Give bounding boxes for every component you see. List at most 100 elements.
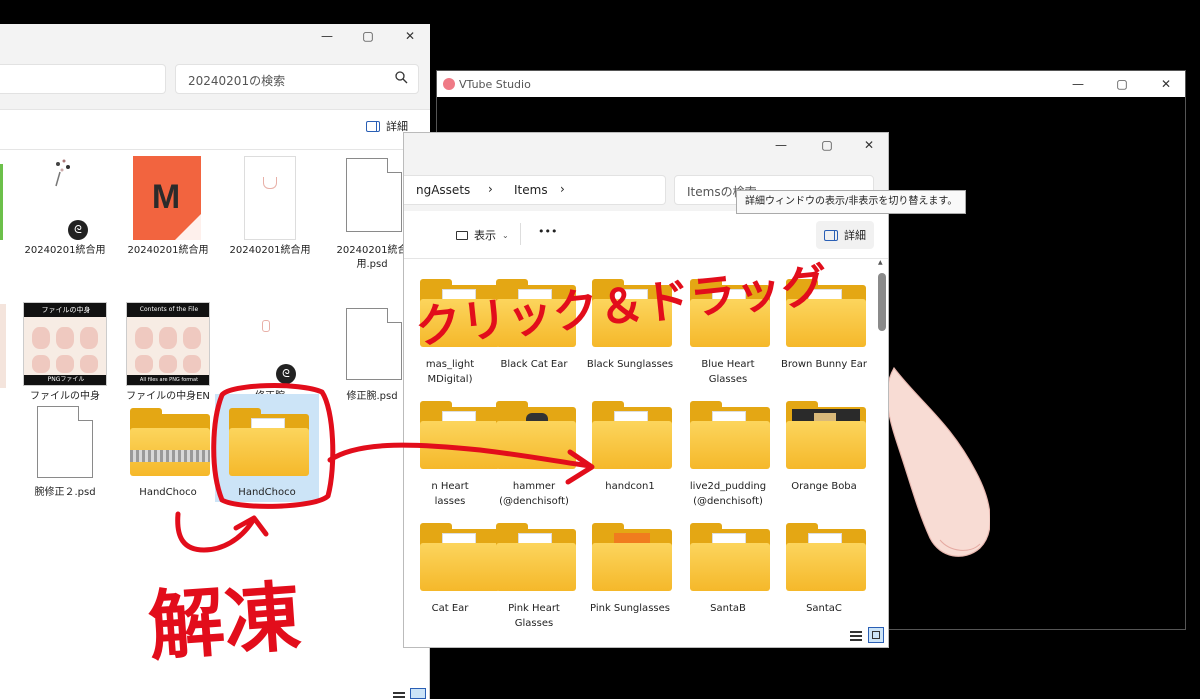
folder-label: Brown Bunny Ear xyxy=(780,359,868,370)
search-icon xyxy=(395,71,408,84)
breadcrumb-segment[interactable]: Items xyxy=(514,183,548,197)
folder-label: handcon1 xyxy=(605,481,655,492)
details-pane-button[interactable]: 詳細 xyxy=(816,221,874,249)
details-pane-button[interactable]: 詳細 xyxy=(366,118,408,134)
file-thumbnail xyxy=(262,320,270,332)
file-item[interactable]: ファイルの中身 PNGファイル ファイルの中身 xyxy=(15,298,115,408)
model-arm xyxy=(886,366,990,557)
view-button[interactable]: 表示 ⌄ xyxy=(456,227,509,243)
chevron-down-icon: ⌄ xyxy=(502,230,509,240)
breadcrumb-chevron-icon[interactable]: › xyxy=(488,182,493,196)
toolbar-divider xyxy=(520,223,521,245)
file-item[interactable]: ᘓ 修正腕 xyxy=(220,298,320,408)
file-thumbnail xyxy=(55,159,70,187)
minimize-button[interactable]: — xyxy=(766,138,796,152)
folder-icon xyxy=(786,401,866,469)
scrollbar-thumb[interactable] xyxy=(878,273,886,331)
address-bar[interactable] xyxy=(0,64,166,94)
clip-studio-badge-icon: ᘓ xyxy=(276,364,296,384)
maximize-button[interactable]: ▢ xyxy=(353,29,383,43)
details-view-icon[interactable] xyxy=(393,690,405,699)
folder-label: live2d_pudding (@denchisoft) xyxy=(689,481,767,507)
address-row: 20240201の検索 xyxy=(0,50,430,110)
folder-icon xyxy=(592,523,672,591)
explorer-titlebar[interactable]: — ▢ ✕ xyxy=(404,133,888,157)
vtube-studio-app-icon xyxy=(443,78,455,90)
file-thumbnail xyxy=(244,156,296,240)
clip-studio-badge-icon: ᘓ xyxy=(68,220,88,240)
more-options-button[interactable]: ••• xyxy=(538,225,557,238)
details-label: 詳細 xyxy=(844,229,866,242)
folder-icon xyxy=(690,401,770,469)
folder-item[interactable]: Orange Boba xyxy=(776,395,872,505)
folder-icon xyxy=(496,523,576,591)
maximize-button[interactable]: ▢ xyxy=(812,138,842,152)
vertical-scrollbar[interactable]: ▲ xyxy=(878,259,886,625)
file-item[interactable]: M 20240201統合用 xyxy=(118,152,218,262)
large-icons-view-icon[interactable] xyxy=(410,688,426,699)
folder-label: Cat Ear xyxy=(431,603,469,614)
document-icon xyxy=(346,308,402,380)
explorer-toolbar: 詳細 xyxy=(0,110,430,150)
folder-item[interactable]: SantaC xyxy=(776,517,872,627)
document-icon xyxy=(346,158,402,232)
file-item[interactable]: 腕修正２.psd xyxy=(15,402,115,512)
folder-icon xyxy=(690,523,770,591)
search-placeholder: 20240201の検索 xyxy=(188,74,286,88)
explorer-titlebar[interactable]: — ▢ ✕ xyxy=(0,24,430,50)
folder-icon xyxy=(786,523,866,591)
address-bar[interactable]: ngAssets › Items › xyxy=(404,175,666,205)
file-label: 20240201統合用 xyxy=(127,245,209,256)
file-item[interactable]: 20240201統合用 xyxy=(220,152,320,262)
folder-icon xyxy=(496,401,576,469)
folder-icon xyxy=(229,408,309,476)
folder-label: hammer (@denchisoft) xyxy=(499,481,569,507)
folder-icon xyxy=(592,401,672,469)
vtube-studio-titlebar[interactable]: VTube Studio — ▢ ✕ xyxy=(437,71,1185,97)
partial-thumbnail xyxy=(0,304,6,388)
folder-item[interactable]: Cat Ear xyxy=(402,517,500,627)
details-view-icon[interactable] xyxy=(850,629,862,641)
file-label: HandChoco xyxy=(238,487,296,498)
folder-label: Black Sunglasses xyxy=(586,359,674,370)
contents-thumbnail: Contents of the File All files are PNG f… xyxy=(126,302,210,386)
document-icon xyxy=(37,406,93,478)
details-tooltip: 詳細ウィンドウの表示/非表示を切り替えます。 xyxy=(736,190,967,214)
folder-item[interactable]: handcon1 xyxy=(582,395,678,505)
folder-label: Black Cat Ear xyxy=(500,359,568,370)
folder-label: SantaC xyxy=(806,603,842,614)
file-item[interactable]: ᘓ 20240201統合用 xyxy=(15,152,115,262)
folder-item[interactable]: Pink Heart Glasses xyxy=(486,517,582,629)
folder-item-selected[interactable]: HandChoco xyxy=(217,402,317,512)
file-label: 腕修正２.psd xyxy=(34,487,96,498)
folder-item[interactable]: live2d_pudding (@denchisoft) xyxy=(680,395,776,507)
large-icons-view-icon[interactable] xyxy=(868,627,884,643)
minimize-button[interactable]: — xyxy=(312,29,342,43)
folder-item[interactable]: n Heart lasses xyxy=(402,395,500,507)
view-icon xyxy=(456,230,468,240)
details-pane-icon xyxy=(366,120,380,132)
zip-folder-item[interactable]: HandChoco xyxy=(118,402,218,512)
zip-folder-icon xyxy=(130,408,210,476)
close-button[interactable]: ✕ xyxy=(854,138,884,152)
maximize-button[interactable]: ▢ xyxy=(1107,77,1137,91)
file-item[interactable]: Contents of the File All files are PNG f… xyxy=(118,298,218,408)
view-label: 表示 xyxy=(474,229,496,242)
folder-label: Pink Heart Glasses xyxy=(508,603,560,629)
close-button[interactable]: ✕ xyxy=(395,29,425,43)
window-title: VTube Studio xyxy=(459,78,531,91)
breadcrumb-segment[interactable]: ngAssets xyxy=(416,183,470,197)
folder-item[interactable]: Pink Sunglasses xyxy=(582,517,678,627)
file-label: 20240201統合用 xyxy=(24,245,106,256)
details-pane-icon xyxy=(824,229,838,241)
scroll-up-arrow-icon[interactable]: ▲ xyxy=(878,259,883,266)
folder-label: mas_light MDigital) xyxy=(425,359,475,385)
minimize-button[interactable]: — xyxy=(1063,77,1093,91)
close-button[interactable]: ✕ xyxy=(1151,77,1181,91)
partial-thumbnail xyxy=(0,164,3,240)
breadcrumb-chevron-icon[interactable]: › xyxy=(560,182,565,196)
folder-label: Orange Boba xyxy=(791,481,857,492)
folder-item[interactable]: SantaB xyxy=(680,517,776,627)
search-box[interactable]: 20240201の検索 xyxy=(175,64,419,94)
folder-item[interactable]: hammer (@denchisoft) xyxy=(486,395,582,507)
